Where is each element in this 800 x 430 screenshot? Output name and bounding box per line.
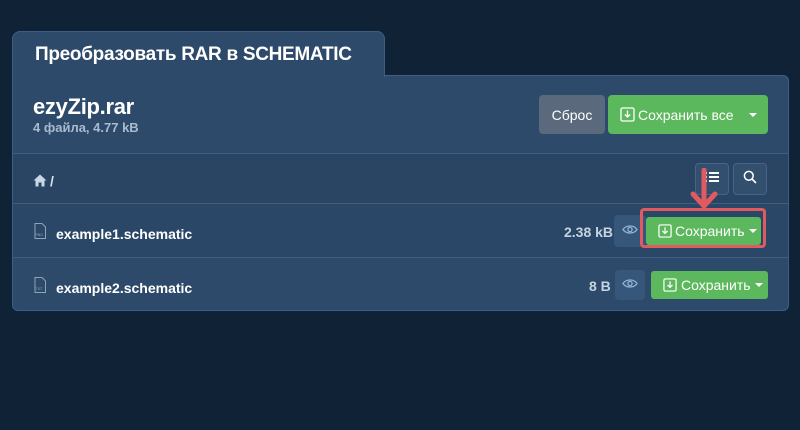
reset-button[interactable]: Сброс — [539, 95, 605, 134]
file-icon: PNG — [34, 223, 46, 239]
download-icon — [620, 107, 635, 122]
preview-button[interactable] — [615, 270, 645, 300]
save-main[interactable]: Сохранить — [651, 277, 751, 293]
archive-meta: 4 файла, 4.77 kB — [33, 120, 139, 135]
path-bar: / — [13, 153, 788, 204]
archive-panel: ezyZip.rar 4 файла, 4.77 kB Сброс Сохран… — [12, 75, 789, 311]
page-title-tab: Преобразовать RAR в SCHEMATIC — [12, 31, 385, 77]
save-all-dropdown[interactable] — [738, 112, 768, 117]
eye-icon — [622, 276, 638, 294]
save-label: Сохранить — [681, 277, 751, 293]
save-dropdown[interactable] — [751, 283, 768, 287]
save-all-label: Сохранить все — [638, 106, 734, 123]
search-button[interactable] — [733, 163, 767, 195]
download-icon — [663, 277, 678, 293]
svg-text:TXT: TXT — [35, 287, 43, 291]
breadcrumb: / — [50, 173, 54, 189]
eye-icon — [622, 222, 638, 240]
svg-text:PNG: PNG — [36, 233, 44, 237]
file-name: example2.schematic — [56, 280, 193, 296]
arrow-down-icon — [690, 167, 718, 212]
file-icon: TXT — [34, 277, 46, 293]
caret-down-icon — [749, 112, 758, 117]
file-name: example1.schematic — [56, 226, 193, 242]
file-size: 2.38 kB — [564, 224, 614, 240]
table-row: TXT example2.schematic 8 B Сохранить — [13, 257, 788, 310]
highlight-box — [640, 208, 766, 248]
save-button[interactable]: Сохранить — [651, 271, 768, 299]
save-all-button[interactable]: Сохранить все — [608, 95, 768, 134]
file-size: 8 B — [589, 278, 611, 294]
page-title: Преобразовать RAR в SCHEMATIC — [35, 44, 352, 65]
archive-name: ezyZip.rar — [33, 94, 134, 119]
caret-down-icon — [755, 283, 764, 287]
reset-button-label: Сброс — [551, 106, 593, 123]
save-all-main[interactable]: Сохранить все — [608, 107, 738, 123]
search-icon — [743, 170, 757, 189]
home-icon[interactable] — [33, 174, 47, 187]
